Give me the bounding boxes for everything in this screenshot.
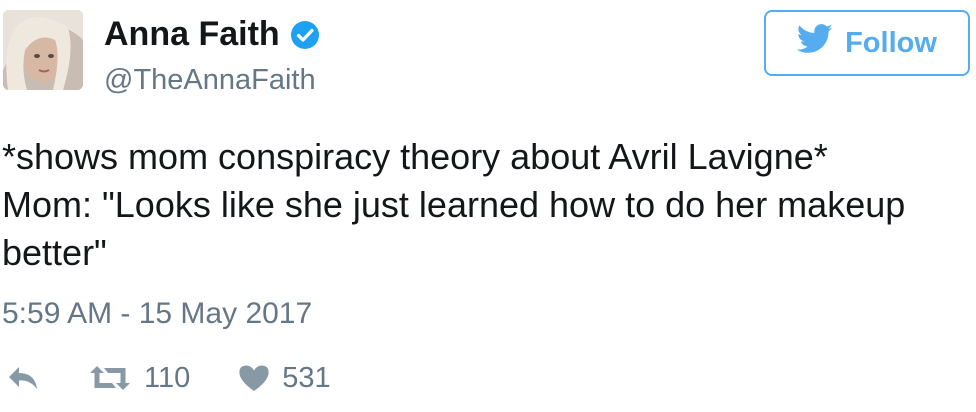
display-name[interactable]: Anna Faith	[104, 14, 320, 54]
tweet-timestamp[interactable]: 5:59 AM - 15 May 2017	[2, 296, 312, 332]
retweet-button[interactable]: 110	[88, 362, 190, 395]
tweet-actions: 110 531	[6, 358, 331, 398]
reply-icon	[6, 364, 40, 392]
verified-badge-icon	[290, 19, 320, 49]
follow-button-label: Follow	[845, 26, 937, 59]
tweet-text-line: Mom: "Looks like she just learned how to…	[2, 184, 906, 225]
display-name-text[interactable]: Anna Faith	[104, 14, 280, 54]
like-count: 531	[282, 361, 331, 394]
like-button[interactable]: 531	[238, 361, 331, 395]
heart-icon	[238, 364, 270, 392]
follow-button[interactable]: Follow	[764, 10, 970, 76]
avatar-image	[3, 10, 83, 90]
twitter-bird-icon	[796, 24, 833, 62]
reply-button[interactable]	[6, 364, 40, 392]
user-handle[interactable]: @TheAnnaFaith	[104, 63, 316, 97]
tweet-text-line: better"	[2, 232, 107, 273]
retweet-count: 110	[144, 361, 191, 394]
tweet-text: *shows mom conspiracy theory about Avril…	[2, 133, 962, 277]
tweet-text-line: *shows mom conspiracy theory about Avril…	[2, 136, 828, 177]
retweet-icon	[88, 364, 132, 392]
avatar[interactable]	[3, 10, 83, 90]
